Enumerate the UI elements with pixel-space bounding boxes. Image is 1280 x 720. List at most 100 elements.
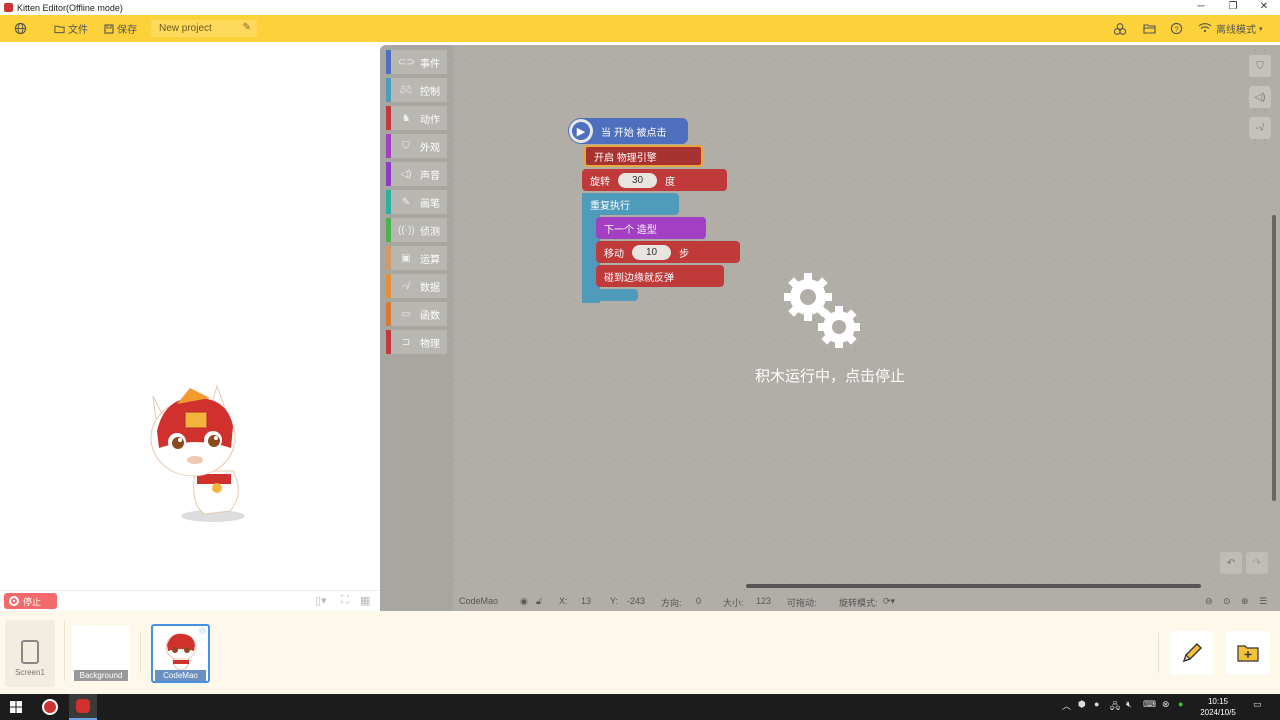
clock-date: 2024/10/5 [1200,708,1236,717]
save-button[interactable]: 保存 [100,19,141,39]
rotation-mode-icon[interactable]: ⟳▾ [883,596,895,607]
pen-icon: ✎ [401,196,411,208]
sprite-card-codemao[interactable]: ✕ CodeMao [151,624,210,683]
menu-icon[interactable]: ☰ [1259,596,1267,607]
device-orientation-icon[interactable]: ▯▾ [315,594,327,607]
block-category-palette: ⊂⊃ 事件 🎮︎ 控制 ♞ 动作 ⛉ 外观 ◁) 声音 ✎ 画笔 ((·)) 侦测 ▣ 运算 -… [380,45,453,611]
repeat-forever-block[interactable]: 重复执行 [582,193,679,215]
pencil-icon [1182,643,1202,663]
network-icon[interactable]: 🖧︎ [1110,699,1120,715]
help-icon: ? [1170,22,1182,35]
file-menu-button[interactable]: 文件 [50,19,92,39]
tray-chat-icon[interactable]: ● [1178,699,1183,709]
play-icon: ▶ [569,119,593,143]
system-clock[interactable]: 10:15 2024/10/5 [1198,696,1238,718]
block-workspace[interactable]: ⊂⊃ 事件 🎮︎ 控制 ♞ 动作 ⛉ 外观 ◁) 声音 ✎ 画笔 ((·)) 侦测 ▣ 运算 -… [380,45,1280,611]
y-value[interactable]: -243 [627,596,645,606]
tray-status-icon[interactable]: ⊗ [1162,699,1170,710]
stop-button[interactable]: 停止 [4,593,57,609]
direction-value[interactable]: 0 [696,596,701,606]
paint-sprite-button[interactable] [1170,631,1214,675]
enable-physics-block[interactable]: 开启 物理引擎 [584,145,703,167]
tray-expand-icon[interactable]: ︿ [1062,699,1071,712]
maximize-button[interactable]: ❐ [1218,0,1248,14]
screen-label: Screen1 [15,668,45,677]
sound-speaker-icon[interactable]: ◁) [1249,86,1271,108]
category-sound[interactable]: ◁) 声音 [386,162,447,186]
chevron-down-icon: ▾ [1259,25,1263,33]
screen-card[interactable]: Screen1 [5,620,55,687]
horizontal-scrollbar[interactable] [746,584,1201,588]
help-button[interactable]: ? [1167,15,1185,42]
delete-sprite-icon[interactable]: ✕ [198,626,206,637]
stop-icon [9,596,19,606]
wifi-icon [1198,22,1212,36]
app-icon [4,3,13,12]
language-button[interactable] [10,19,34,39]
kitten-app-taskbar-button[interactable] [69,694,97,720]
open-folder-button[interactable] [1140,15,1158,42]
move-steps-input[interactable]: 10 [632,244,672,260]
upload-asset-button[interactable] [1226,631,1270,675]
lock-icon[interactable]: 🔓︎ [536,596,542,607]
rotate-block[interactable]: 旋转 30 度 [582,169,727,191]
running-overlay-message[interactable]: 积木运行中，点击停止 [720,365,940,386]
volume-muted-icon[interactable]: 🔇︎ [1126,699,1132,710]
variable-chart-icon[interactable]: -√ [1249,117,1271,139]
category-control[interactable]: 🎮︎ 控制 [386,78,447,102]
codemao-thumbnail [165,633,197,671]
sprite-label: CodeMao [155,670,206,681]
size-value[interactable]: 123 [756,596,771,606]
category-sensing[interactable]: ((·)) 侦测 [386,218,447,242]
toggle-icon: ⊂⊃ [398,56,415,68]
grid-icon[interactable]: ▦ [360,594,370,607]
redo-icon[interactable]: ↷ [1246,552,1268,574]
cubes-icon [1113,22,1127,35]
category-motion[interactable]: ♞ 动作 [386,106,447,130]
tray-app-icon[interactable]: ● [1094,699,1099,709]
gamepad-icon: 🎮︎ [399,84,413,96]
recorder-app-icon[interactable] [42,699,58,715]
zoom-reset-icon[interactable]: ⊙ [1223,596,1231,607]
visibility-eye-icon[interactable]: ◉ [520,596,528,607]
x-value[interactable]: 13 [581,596,591,606]
rotate-degree-input[interactable]: 30 [618,172,658,188]
zoom-out-icon[interactable]: ⊖ [1205,596,1213,607]
mode-dropdown[interactable]: 离线模式 ▾ [1198,15,1263,42]
stage-canvas[interactable] [0,42,380,590]
asset-panel: Screen1 Background ✕ CodeMao [0,611,1280,694]
undo-icon[interactable]: ↶ [1220,552,1242,574]
zoom-in-icon[interactable]: ⊕ [1241,596,1249,607]
community-button[interactable] [1111,15,1129,42]
category-pen[interactable]: ✎ 画笔 [386,190,447,214]
tray-app-icon[interactable]: ⬢ [1078,699,1086,710]
codemao-sprite[interactable] [135,376,285,526]
fullscreen-icon[interactable]: ⛶ [341,594,349,607]
category-operators[interactable]: ▣ 运算 [386,246,447,270]
run-icon: ♞ [401,112,411,124]
keyboard-icon[interactable]: ⌨ [1143,699,1156,710]
background-card[interactable]: Background [72,625,130,681]
category-functions[interactable]: ▭ 函数 [386,302,447,326]
next-costume-block[interactable]: 下一个 造型 [596,217,706,239]
project-name-field[interactable]: New project ✎ [151,20,257,37]
folder-icon [54,25,65,33]
bounce-on-edge-block[interactable]: 碰到边缘就反弹 [596,265,724,287]
costume-shirt-icon[interactable]: ⛉ [1249,55,1271,77]
stop-label: 停止 [23,596,42,607]
category-looks[interactable]: ⛉ 外观 [386,134,447,158]
category-data[interactable]: -√ 数据 [386,274,447,298]
close-button[interactable]: ✕ [1249,0,1279,14]
project-name: New project [159,23,212,34]
category-events[interactable]: ⊂⊃ 事件 [386,50,447,74]
notification-icon[interactable]: ▭ [1253,699,1262,710]
globe-icon [14,22,27,35]
move-steps-block[interactable]: 移动 10 步 [596,241,740,263]
vertical-scrollbar[interactable] [1272,215,1276,501]
shirt-icon: ⛉ [402,140,410,152]
category-physics[interactable]: ⊐ 物理 [386,330,447,354]
windows-start-icon[interactable] [10,701,22,713]
when-start-clicked-block[interactable]: ▶ 当 开始 被点击 [568,118,688,144]
physics-icon: ⊐ [401,336,411,348]
minimize-button[interactable]: ─ [1186,0,1216,14]
